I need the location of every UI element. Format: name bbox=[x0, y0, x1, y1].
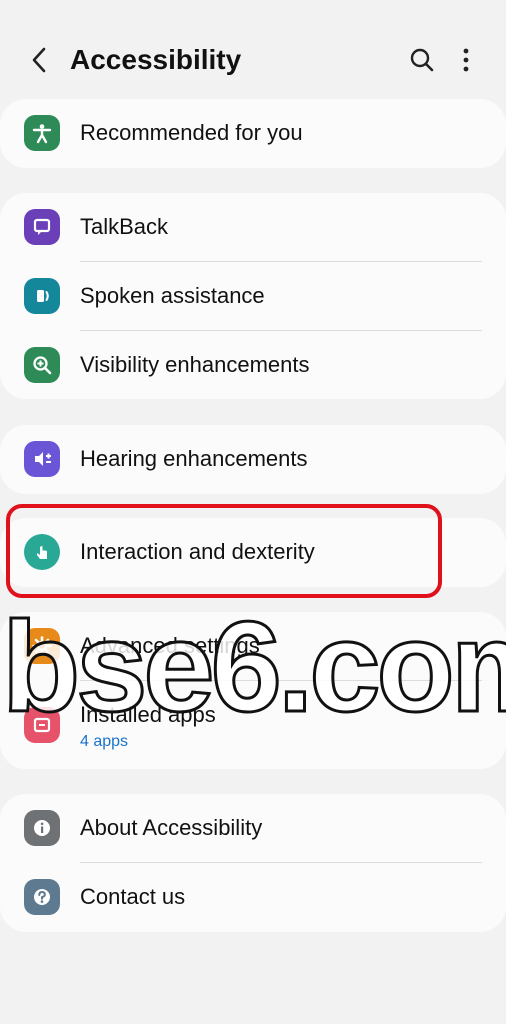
search-icon[interactable] bbox=[404, 42, 440, 78]
list-item-spoken-assistance[interactable]: Spoken assistance bbox=[0, 262, 506, 331]
list-item-talkback[interactable]: TalkBack bbox=[0, 193, 506, 262]
info-icon bbox=[24, 810, 60, 846]
list-item-label: Spoken assistance bbox=[80, 283, 265, 308]
back-arrow-icon[interactable] bbox=[22, 42, 56, 78]
accessibility-person-icon bbox=[24, 115, 60, 151]
list-item-contact-us[interactable]: Contact us bbox=[0, 863, 506, 932]
spoken-assistance-icon bbox=[24, 278, 60, 314]
about-card: About Accessibility Contact us bbox=[0, 794, 506, 932]
list-item-visibility[interactable]: Visibility enhancements bbox=[0, 331, 506, 400]
vision-card: TalkBack Spoken assistance Visibility en… bbox=[0, 193, 506, 399]
list-item-label: TalkBack bbox=[80, 214, 169, 239]
list-item-label: Hearing enhancements bbox=[80, 446, 308, 471]
page-title: Accessibility bbox=[70, 44, 242, 75]
list-item-label: Recommended for you bbox=[80, 120, 303, 145]
list-item-recommended[interactable]: Recommended for you bbox=[0, 99, 506, 168]
more-vert-icon[interactable] bbox=[448, 42, 484, 78]
talkback-icon bbox=[24, 209, 60, 245]
list-item-about[interactable]: About Accessibility bbox=[0, 794, 506, 863]
list-item-label: Contact us bbox=[80, 884, 186, 909]
list-item-label: About Accessibility bbox=[80, 815, 263, 840]
recommended-card: Recommended for you bbox=[0, 99, 506, 168]
hearing-card: Hearing enhancements bbox=[0, 425, 506, 494]
list-item-hearing[interactable]: Hearing enhancements bbox=[0, 425, 506, 494]
highlight-box bbox=[6, 504, 442, 598]
help-icon bbox=[24, 879, 60, 915]
magnifier-icon bbox=[24, 347, 60, 383]
hearing-icon bbox=[24, 441, 60, 477]
watermark: bse6.com bbox=[2, 598, 506, 738]
list-item-label: Visibility enhancements bbox=[80, 352, 310, 377]
